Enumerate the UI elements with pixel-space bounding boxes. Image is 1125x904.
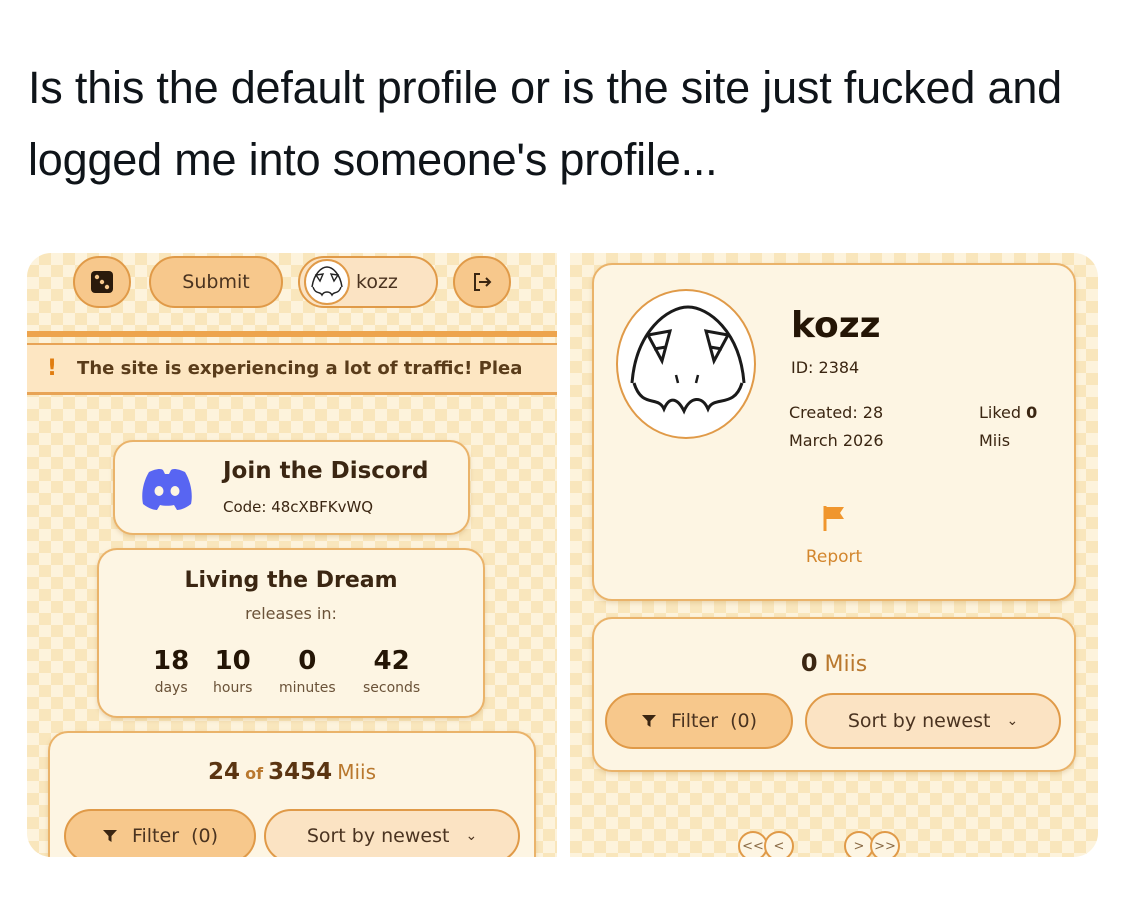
banner-progress <box>27 392 342 395</box>
filter-button[interactable]: Filter (0) <box>605 693 793 749</box>
countdown-card: Living the Dream releases in: 18 days 10… <box>97 548 485 718</box>
last-page-button[interactable]: >> <box>870 831 900 857</box>
logout-icon <box>474 273 492 291</box>
mii-count-value: 0 <box>800 649 818 677</box>
countdown-unit: seconds <box>363 680 421 696</box>
right-screenshot: kozz ID: 2384 Created: 28 March 2026 Lik… <box>570 253 1098 857</box>
banner-divider <box>27 331 557 337</box>
pager-label: << <box>742 838 764 854</box>
filter-icon <box>102 830 117 842</box>
avatar-drawing-icon <box>630 305 746 415</box>
discord-code: Code: 48cXBFKvWQ <box>223 498 374 516</box>
countdown-value: 10 <box>214 646 251 676</box>
pager-label: < <box>773 838 785 854</box>
left-screenshot: Submit kozz ! The site is experiencing a… <box>27 253 557 857</box>
countdown-subtitle: releases in: <box>245 604 337 623</box>
mii-count: 24 of 3454 Miis <box>50 759 534 785</box>
liked-count: 0 <box>1026 403 1038 422</box>
prev-page-button[interactable]: < <box>764 831 794 857</box>
filter-label: Filter <box>670 710 719 732</box>
sort-label: Sort by newest <box>847 710 991 732</box>
countdown-unit: days <box>154 680 188 696</box>
liked-prefix: Liked <box>979 403 1022 422</box>
logout-button[interactable] <box>453 256 511 308</box>
countdown-minutes: 0 minutes <box>279 646 336 696</box>
countdown-days: 18 days <box>153 646 189 696</box>
submit-button[interactable]: Submit <box>149 256 283 308</box>
post-text: Is this the default profile or is the si… <box>28 62 1062 185</box>
filter-count: (0) <box>730 710 758 732</box>
submit-label: Submit <box>182 271 250 293</box>
pager-label: >> <box>874 838 896 854</box>
banner-text: The site is experiencing a lot of traffi… <box>77 358 523 379</box>
countdown-unit: minutes <box>279 680 336 696</box>
filter-button[interactable]: Filter (0) <box>64 809 256 857</box>
profile-button[interactable]: kozz <box>298 256 438 308</box>
countdown-title: Living the Dream <box>184 568 398 593</box>
discord-title: Join the Discord <box>223 458 429 484</box>
mii-count-unit: Miis <box>824 652 868 677</box>
sort-select[interactable]: Sort by newest ⌄ <box>264 809 520 857</box>
filter-icon <box>641 715 656 727</box>
profile-liked: Liked 0 Miis <box>979 399 1069 455</box>
profile-card: kozz ID: 2384 Created: 28 March 2026 Lik… <box>592 263 1076 601</box>
profile-avatar <box>616 289 756 439</box>
countdown-value: 0 <box>298 646 317 676</box>
chevron-down-icon: ⌄ <box>465 828 478 844</box>
flag-icon[interactable] <box>820 503 850 533</box>
countdown-unit: hours <box>213 680 253 696</box>
countdown-value: 18 <box>153 646 190 676</box>
discord-card[interactable]: Join the Discord Code: 48cXBFKvWQ <box>113 440 470 535</box>
discord-icon <box>142 468 192 510</box>
dice-icon <box>91 271 113 293</box>
sort-select[interactable]: Sort by newest ⌄ <box>805 693 1061 749</box>
username-label: kozz <box>356 271 398 293</box>
random-button[interactable] <box>73 256 131 308</box>
report-button[interactable]: Report <box>594 547 1074 567</box>
countdown-value: 42 <box>373 646 410 676</box>
mii-count-unit: Miis <box>337 760 377 784</box>
mii-count: 0 Miis <box>594 649 1074 677</box>
avatar <box>304 259 350 305</box>
filter-label: Filter <box>131 825 180 847</box>
mii-shown-count: 24 <box>207 759 240 785</box>
chevron-down-icon: ⌄ <box>1006 713 1019 729</box>
liked-suffix: Miis <box>979 431 1011 450</box>
mii-total-count: 3454 <box>268 759 333 785</box>
sort-label: Sort by newest <box>306 825 450 847</box>
alert-icon: ! <box>47 356 58 381</box>
avatar-drawing-icon <box>311 266 343 297</box>
countdown-seconds: 42 seconds <box>363 646 420 696</box>
mii-count-of: of <box>245 764 264 783</box>
countdown-hours: 10 hours <box>213 646 252 696</box>
profile-id: ID: 2384 <box>791 358 860 377</box>
profile-created: Created: 28 March 2026 <box>789 403 884 450</box>
profile-name: kozz <box>791 305 881 346</box>
pager-label: > <box>853 838 865 854</box>
filter-count: (0) <box>191 825 219 847</box>
traffic-banner: ! The site is experiencing a lot of traf… <box>27 343 557 395</box>
